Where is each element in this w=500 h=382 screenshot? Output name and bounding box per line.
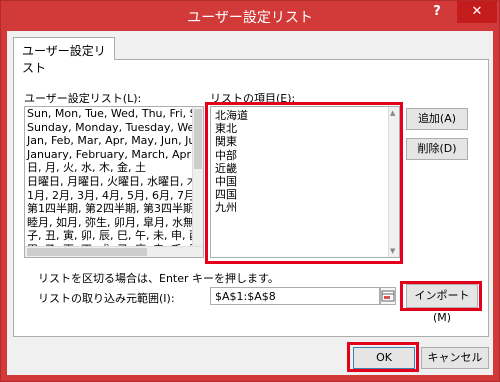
tab-label: ユーザー設定リスト [22,44,106,75]
custom-list-item[interactable]: 日曜日, 月曜日, 火曜日, 水曜日, 木曜 [25,175,203,189]
custom-lists-listbox[interactable]: Sun, Mon, Tue, Wed, Thu, Fri, Sa Sunday, … [24,106,204,258]
listbox-vertical-scrollbar[interactable] [192,107,203,257]
title-bar[interactable]: ユーザー設定リスト ? ✕ [1,1,499,31]
dialog-body: ユーザー設定リスト ユーザー設定リスト(L): Sun, Mon, Tue, W… [7,31,493,375]
custom-list-item[interactable]: January, February, March, April, [25,148,203,162]
import-range-label: リストの取り込み元範囲(I): [38,292,175,305]
custom-list-item[interactable]: Jan, Feb, Mar, Apr, May, Jun, Jul, [25,134,203,148]
tab-panel: ユーザー設定リスト(L): Sun, Mon, Tue, Wed, Thu, F… [13,59,489,337]
custom-list-item[interactable]: 1月, 2月, 3月, 4月, 5月, 6月, 7月, [25,189,203,203]
close-button[interactable]: ✕ [457,1,497,23]
add-button[interactable]: 追加(A) [406,108,468,130]
custom-lists-label: ユーザー設定リスト(L): [24,92,142,105]
scroll-thumb[interactable] [27,248,147,256]
tab-custom-lists[interactable]: ユーザー設定リスト [13,37,115,75]
scroll-thumb[interactable] [194,109,202,169]
custom-list-item[interactable]: 睦月, 如月, 弥生, 卯月, 皐月, 水無月 [25,216,203,230]
highlight-box-import [400,281,482,311]
custom-list-item[interactable]: 子, 丑, 寅, 卯, 辰, 巳, 午, 未, 申, 酉 [25,229,203,243]
custom-list-item[interactable]: 第1四半期, 第2四半期, 第3四半期, 第 [25,202,203,216]
delete-button[interactable]: 削除(D) [406,138,468,160]
custom-list-item[interactable]: 日, 月, 火, 水, 木, 金, 土 [25,161,203,175]
help-button[interactable]: ? [417,1,457,23]
collapse-dialog-icon [381,290,395,302]
highlight-box-ok [347,342,419,372]
dialog-window: ユーザー設定リスト ? ✕ ユーザー設定リスト ユーザー設定リスト(L): Su… [0,0,500,382]
hint-text: リストを区切る場合は、Enter キーを押します。 [38,272,279,285]
cancel-button[interactable]: キャンセル [421,347,489,369]
close-icon: ✕ [471,4,483,19]
custom-list-item[interactable]: Sunday, Monday, Tuesday, Wedr [25,121,203,135]
help-icon: ? [433,4,441,19]
range-picker-button[interactable] [380,287,396,305]
custom-list-item[interactable]: Sun, Mon, Tue, Wed, Thu, Fri, Sa [25,107,203,121]
import-range-input[interactable]: $A$1:$A$8 [210,287,380,305]
highlight-box-entries [205,102,403,264]
listbox-horizontal-scrollbar[interactable] [25,246,203,257]
